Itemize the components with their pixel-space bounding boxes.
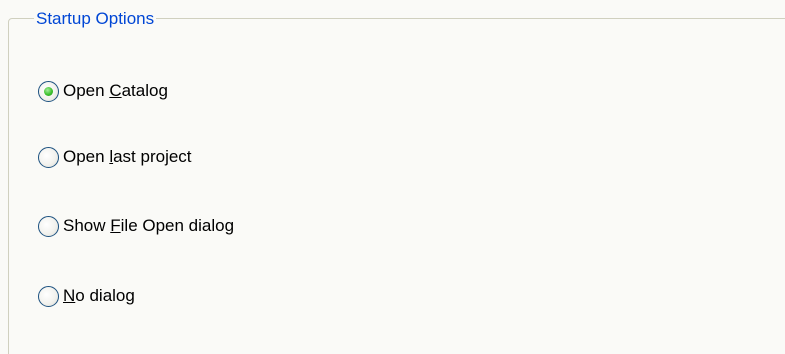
radio-no-dialog[interactable]: No dialog bbox=[38, 284, 135, 308]
radio-show-file-open-dialog[interactable]: Show File Open dialog bbox=[38, 214, 234, 238]
startup-options-title: Startup Options bbox=[34, 9, 157, 29]
radio-button-icon[interactable] bbox=[38, 285, 59, 307]
radio-open-last-project[interactable]: Open last project bbox=[38, 145, 192, 169]
accelerator-key: C bbox=[109, 81, 122, 100]
label-after: ile Open dialog bbox=[120, 216, 235, 235]
radio-open-last-project-label[interactable]: Open last project bbox=[63, 147, 192, 167]
accelerator-key: F bbox=[110, 216, 121, 235]
radio-selected-dot-icon bbox=[44, 86, 53, 96]
radio-button-icon[interactable] bbox=[38, 215, 59, 237]
radio-open-catalog[interactable]: Open Catalog bbox=[38, 79, 168, 103]
label-after: ast project bbox=[113, 147, 192, 166]
radio-show-file-open-dialog-label[interactable]: Show File Open dialog bbox=[63, 216, 234, 236]
label-before: Show bbox=[63, 216, 111, 235]
radio-no-dialog-label[interactable]: No dialog bbox=[63, 286, 135, 306]
dialog-page: Startup Options Open Catalog Open last p… bbox=[0, 0, 785, 354]
label-after: o dialog bbox=[75, 286, 135, 305]
radio-open-catalog-label[interactable]: Open Catalog bbox=[63, 81, 168, 101]
accelerator-key: N bbox=[63, 286, 76, 305]
options-panel: Startup Options Open Catalog Open last p… bbox=[0, 0, 785, 354]
label-before: Open bbox=[63, 147, 110, 166]
radio-button-icon[interactable] bbox=[38, 146, 59, 168]
radio-button-icon[interactable] bbox=[38, 80, 59, 102]
label-before: Open bbox=[63, 81, 110, 100]
label-after: atalog bbox=[121, 81, 168, 100]
